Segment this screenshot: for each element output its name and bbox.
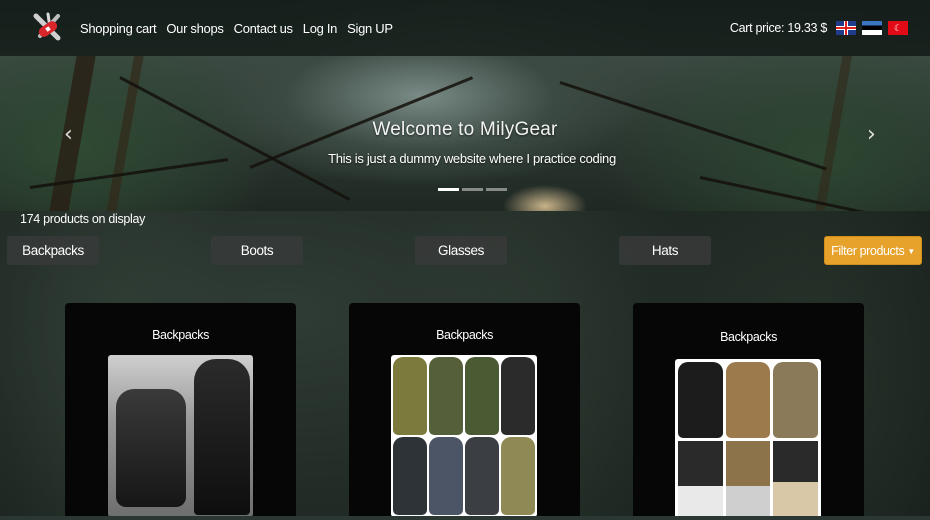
caret-down-icon: ▼ xyxy=(907,246,915,256)
filter-products-button[interactable]: Filter products ▼ xyxy=(824,236,922,265)
nav-link-shopping-cart[interactable]: Shopping cart xyxy=(80,21,157,36)
swiss-knife-icon[interactable] xyxy=(28,8,68,48)
nav-link-our-shops[interactable]: Our shops xyxy=(166,21,224,36)
hero-carousel: ‹ › Welcome to MilyGear This is just a d… xyxy=(0,56,930,211)
product-card[interactable]: Backpacks xyxy=(65,303,296,520)
carousel-indicator[interactable] xyxy=(438,188,459,191)
category-button-hats[interactable]: Hats xyxy=(619,236,711,265)
nav-link-log-in[interactable]: Log In xyxy=(303,21,338,36)
carousel-indicator[interactable] xyxy=(486,188,507,191)
category-button-backpacks[interactable]: Backpacks xyxy=(7,236,99,265)
carousel-indicators xyxy=(438,188,507,191)
turkey-flag-icon[interactable]: ☾ xyxy=(888,21,908,35)
product-card-title: Backpacks xyxy=(436,328,493,342)
carousel-subtitle: This is just a dummy website where I pra… xyxy=(328,151,616,166)
product-image-backpack-collection xyxy=(391,355,537,517)
nav-link-contact-us[interactable]: Contact us xyxy=(234,21,293,36)
product-image-backpack-variants xyxy=(675,359,821,519)
cart-price: Cart price: 19.33 $ xyxy=(729,21,827,35)
top-navbar: Shopping cart Our shops Contact us Log I… xyxy=(0,0,930,56)
category-button-boots[interactable]: Boots xyxy=(211,236,303,265)
product-card-title: Backpacks xyxy=(152,328,209,342)
product-card-title: Backpacks xyxy=(720,330,777,344)
estonia-flag-icon[interactable] xyxy=(862,21,882,35)
category-button-glasses[interactable]: Glasses xyxy=(415,236,507,265)
page-bottom-strip xyxy=(0,516,930,520)
nav-right: Cart price: 19.33 $ ☾ xyxy=(730,21,908,35)
product-image-backpack-soldier xyxy=(108,355,253,517)
product-card[interactable]: Backpacks xyxy=(633,303,864,520)
nav-link-sign-up[interactable]: Sign UP xyxy=(347,21,393,36)
carousel-branch xyxy=(699,176,877,211)
carousel-indicator[interactable] xyxy=(462,188,483,191)
filter-products-label: Filter products xyxy=(831,243,905,258)
products-count: 174 products on display xyxy=(20,212,146,226)
uk-flag-icon[interactable] xyxy=(836,21,856,35)
nav-links: Shopping cart Our shops Contact us Log I… xyxy=(80,21,393,36)
product-card[interactable]: Backpacks xyxy=(349,303,580,520)
carousel-title: Welcome to MilyGear xyxy=(372,119,558,140)
